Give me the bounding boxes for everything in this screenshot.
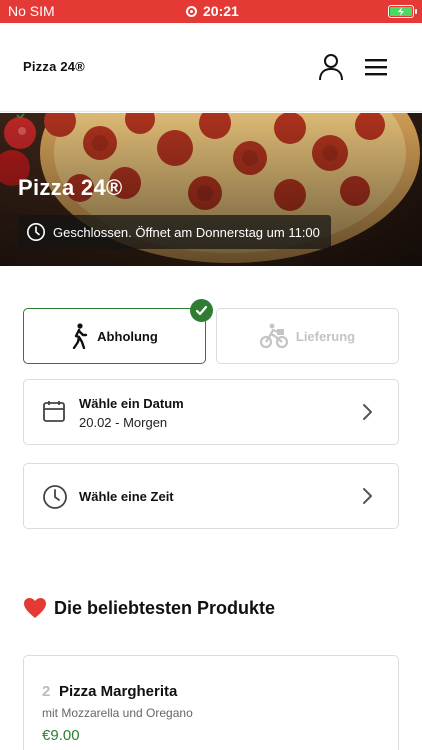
delivery-option-button[interactable]: Lieferung bbox=[216, 308, 399, 364]
bicycle-courier-icon bbox=[259, 323, 288, 349]
time-selector-title: Wähle eine Zeit bbox=[79, 489, 174, 504]
hamburger-menu-icon[interactable] bbox=[364, 57, 388, 77]
clock-icon bbox=[27, 223, 45, 241]
product-number: 2 bbox=[42, 683, 51, 700]
chevron-right-icon bbox=[363, 488, 372, 504]
pickup-option-button[interactable]: Abholung bbox=[23, 308, 206, 364]
product-price: €9.00 bbox=[42, 727, 80, 744]
popular-products-heading: Die beliebtesten Produkte bbox=[23, 597, 275, 619]
product-description: mit Mozzarella und Oregano bbox=[42, 706, 193, 720]
delivery-label: Lieferung bbox=[295, 328, 356, 344]
pickup-label: Abholung bbox=[97, 328, 158, 344]
status-time-group: 20:21 bbox=[186, 3, 239, 19]
popular-products-title: Die beliebtesten Produkte bbox=[54, 597, 276, 618]
calendar-icon bbox=[43, 401, 65, 422]
selected-check-icon bbox=[190, 299, 213, 322]
restaurant-title: Pizza 24® bbox=[18, 175, 123, 200]
chevron-right-icon bbox=[363, 404, 372, 420]
date-selector-title: Wähle ein Datum bbox=[79, 396, 184, 411]
product-name: Pizza Margherita bbox=[59, 683, 178, 700]
opening-status-badge: Geschlossen. Öffnet am Donnerstag um 11:… bbox=[18, 215, 331, 249]
status-bar: No SIM 20:21 bbox=[0, 0, 422, 23]
clock-icon bbox=[43, 485, 67, 509]
location-dot-icon bbox=[186, 5, 197, 17]
opening-status-text: Geschlossen. Öffnet am Donnerstag um 11:… bbox=[53, 224, 320, 240]
user-icon[interactable] bbox=[318, 53, 344, 81]
hero-banner: Pizza 24® Geschlossen. Öffnet am Donners… bbox=[0, 113, 422, 266]
heart-icon bbox=[24, 598, 46, 618]
carrier-label: No SIM bbox=[8, 3, 55, 19]
app-header: Pizza 24® bbox=[0, 23, 422, 112]
product-card[interactable]: 2 Pizza Margherita mit Mozzarella und Or… bbox=[23, 655, 399, 750]
battery-charging-icon bbox=[388, 5, 417, 18]
date-selector-value: 20.02 - Morgen bbox=[79, 415, 168, 430]
date-selector[interactable]: Wähle ein Datum 20.02 - Morgen bbox=[23, 379, 399, 445]
status-time: 20:21 bbox=[203, 3, 239, 19]
brand-name: Pizza 24® bbox=[23, 59, 85, 74]
time-selector[interactable]: Wähle eine Zeit bbox=[23, 463, 399, 529]
walking-person-icon bbox=[72, 323, 88, 349]
